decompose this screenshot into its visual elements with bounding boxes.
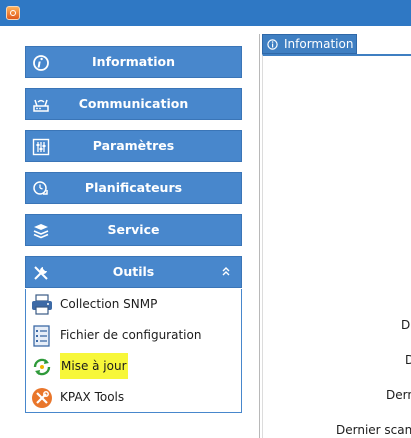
tab-information[interactable]: Information	[262, 34, 357, 54]
panel-outils-label: Outils	[112, 264, 155, 279]
panel-outils[interactable]: Outils	[25, 256, 242, 288]
panel-information[interactable]: Information	[25, 46, 242, 78]
tools-list: Collection SNMP Fichier de configuration…	[25, 289, 242, 413]
tool-item-label: KPAX Tools	[60, 390, 125, 404]
chevron-up-icon[interactable]	[221, 266, 231, 278]
panel-information-label: Information	[92, 54, 175, 69]
config-file-icon	[33, 325, 50, 347]
tool-item-mise-a-jour[interactable]: Mise à jour	[31, 353, 236, 379]
panel-divider	[259, 34, 260, 438]
tool-item-label: Fichier de configuration	[60, 328, 202, 342]
panel-parametres[interactable]: Paramètres	[25, 130, 242, 162]
field-label-2: D	[405, 353, 411, 367]
panel-planificateurs[interactable]: Planificateurs	[25, 172, 242, 204]
sidebar: Information Communication Paramètres Pla…	[0, 26, 258, 438]
panel-service[interactable]: Service	[25, 214, 242, 246]
field-label-1: D	[401, 318, 411, 332]
update-refresh-icon	[33, 358, 51, 376]
tool-item-kpax-tools[interactable]: KPAX Tools	[31, 384, 236, 410]
panel-service-label: Service	[107, 222, 160, 237]
tool-item-label: Mise à jour	[60, 353, 128, 379]
panel-planificateurs-label: Planificateurs	[84, 180, 183, 195]
panel-communication[interactable]: Communication	[25, 88, 242, 120]
app-logo-icon	[6, 6, 20, 20]
panel-communication-label: Communication	[78, 96, 189, 111]
printer-icon	[32, 294, 52, 315]
title-bar	[0, 0, 411, 26]
information-content	[262, 54, 411, 438]
tool-item-fichier-configuration[interactable]: Fichier de configuration	[31, 322, 236, 348]
field-label-3: Derni	[386, 388, 411, 402]
field-label-4: Dernier scan	[336, 423, 411, 437]
kpax-tools-icon	[32, 388, 52, 408]
tool-item-collection-snmp[interactable]: Collection SNMP	[31, 291, 236, 317]
panel-parametres-label: Paramètres	[92, 138, 175, 153]
info-icon	[267, 39, 278, 50]
tool-item-label: Collection SNMP	[60, 297, 158, 311]
tab-information-label: Information	[284, 37, 354, 51]
